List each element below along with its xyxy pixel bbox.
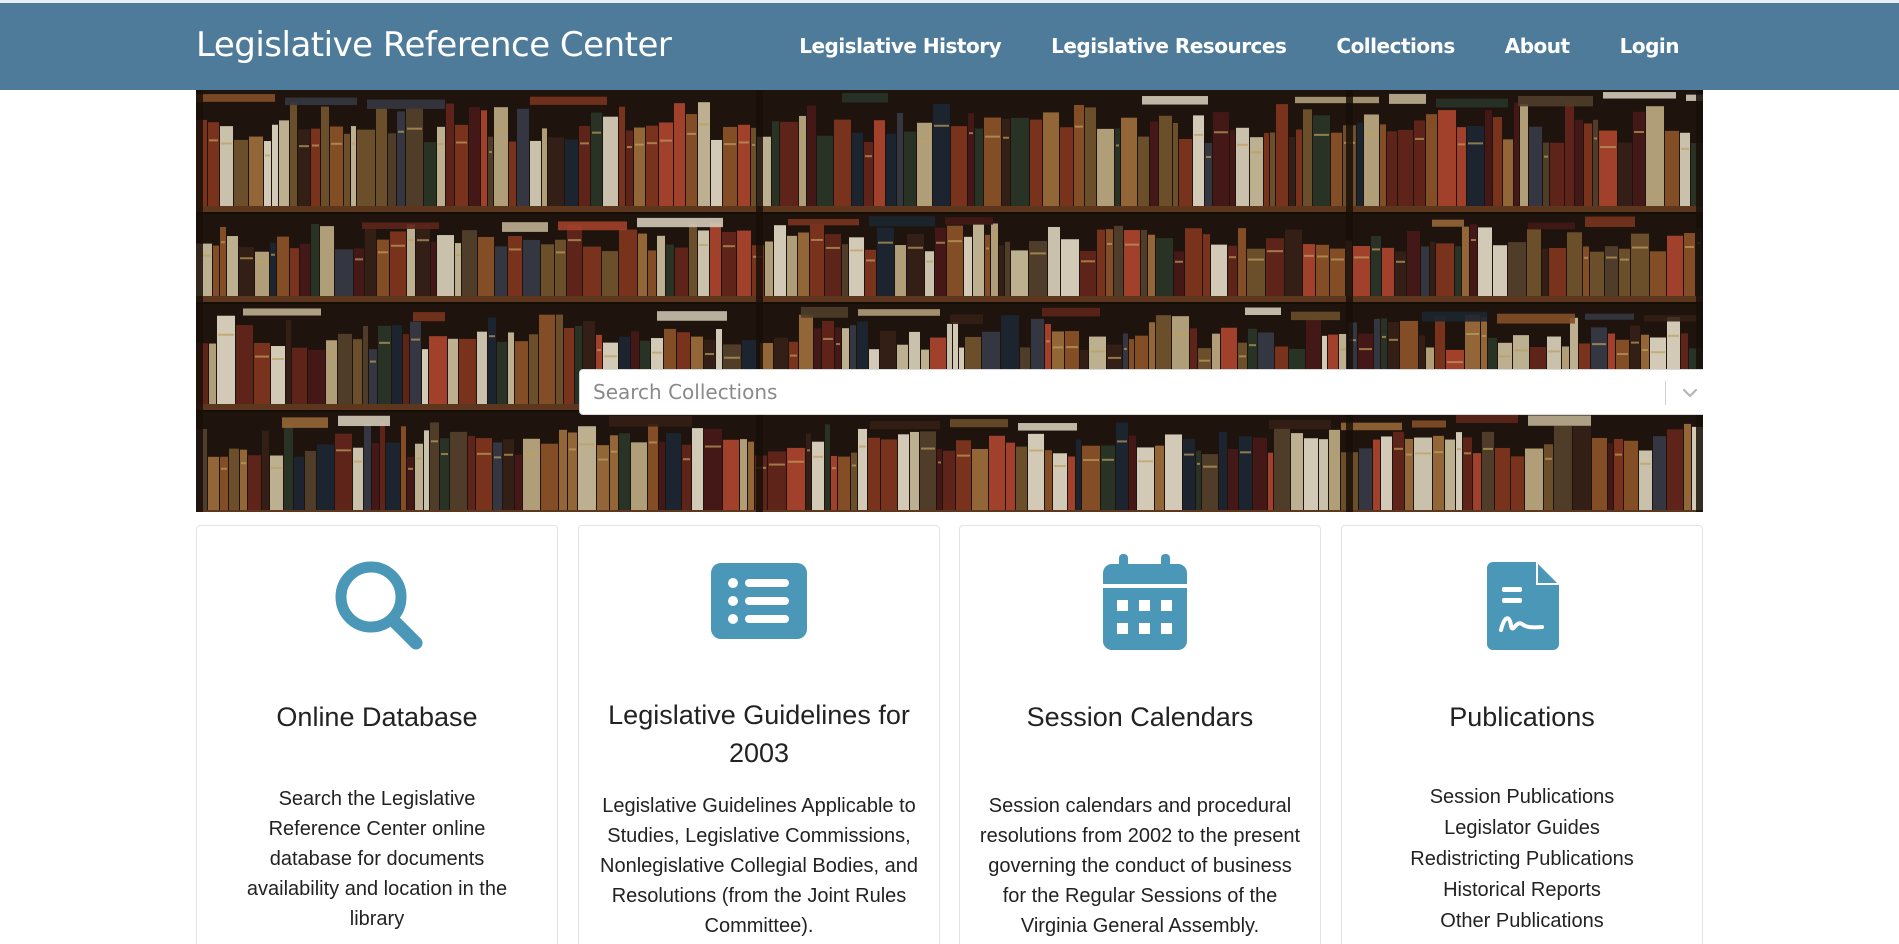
hero-bookshelf-banner [196,90,1703,512]
link-other-publications[interactable]: Other Publications [1440,910,1603,932]
link-session-publications[interactable]: Session Publications [1430,786,1615,808]
card-description: Legislative Guidelines Applicable to Stu… [600,795,918,937]
nav-legislative-history[interactable]: Legislative History [799,34,1001,58]
search-collections-box[interactable] [579,369,1703,415]
nav-about[interactable]: About [1505,34,1570,58]
list-item: Historical Reports [1342,875,1702,906]
nav-links: Legislative History Legislative Resource… [799,34,1679,58]
navbar: Legislative Reference Center Legislative… [0,3,1899,90]
card-description: Session calendars and procedural resolut… [979,795,1301,937]
card-title: Session Calendars [1026,702,1254,732]
list-item: Other Publications [1342,906,1702,937]
nav-collections[interactable]: Collections [1336,34,1455,58]
card-title: Legislative Guidelines for 2003 [608,700,910,768]
list-icon [709,554,809,654]
link-historical-reports[interactable]: Historical Reports [1443,879,1601,901]
list-item: Legislator Guides [1342,813,1702,844]
card-title: Online Database [276,702,478,732]
search-separator [1665,381,1666,405]
link-legislator-guides[interactable]: Legislator Guides [1444,817,1600,839]
link-redistricting-publications[interactable]: Redistricting Publications [1410,848,1633,870]
publications-list: Session Publications Legislator Guides R… [1342,782,1702,937]
nav-login[interactable]: Login [1620,34,1680,58]
card-session-calendars[interactable]: Session Calendars Session calendars and … [959,525,1321,944]
card-publications[interactable]: Publications Session Publications Legisl… [1341,525,1703,944]
card-online-database[interactable]: Online Database Search the Legislative R… [196,525,558,944]
bookshelf-image [196,90,1703,512]
search-icon [327,554,427,654]
brand-title[interactable]: Legislative Reference Center [196,25,672,65]
search-input[interactable] [580,370,1662,414]
feature-cards: Online Database Search the Legislative R… [196,525,1703,944]
card-legislative-guidelines[interactable]: Legislative Guidelines for 2003 Legislat… [578,525,940,944]
chevron-down-icon[interactable] [1676,381,1703,405]
calendar-icon [1090,554,1190,654]
list-item: Redistricting Publications [1342,844,1702,875]
list-item: Session Publications [1342,782,1702,813]
signed-document-icon [1472,554,1572,654]
nav-legislative-resources[interactable]: Legislative Resources [1051,34,1287,58]
card-description: Search the Legislative Reference Center … [246,788,508,930]
card-title: Publications [1449,702,1595,732]
